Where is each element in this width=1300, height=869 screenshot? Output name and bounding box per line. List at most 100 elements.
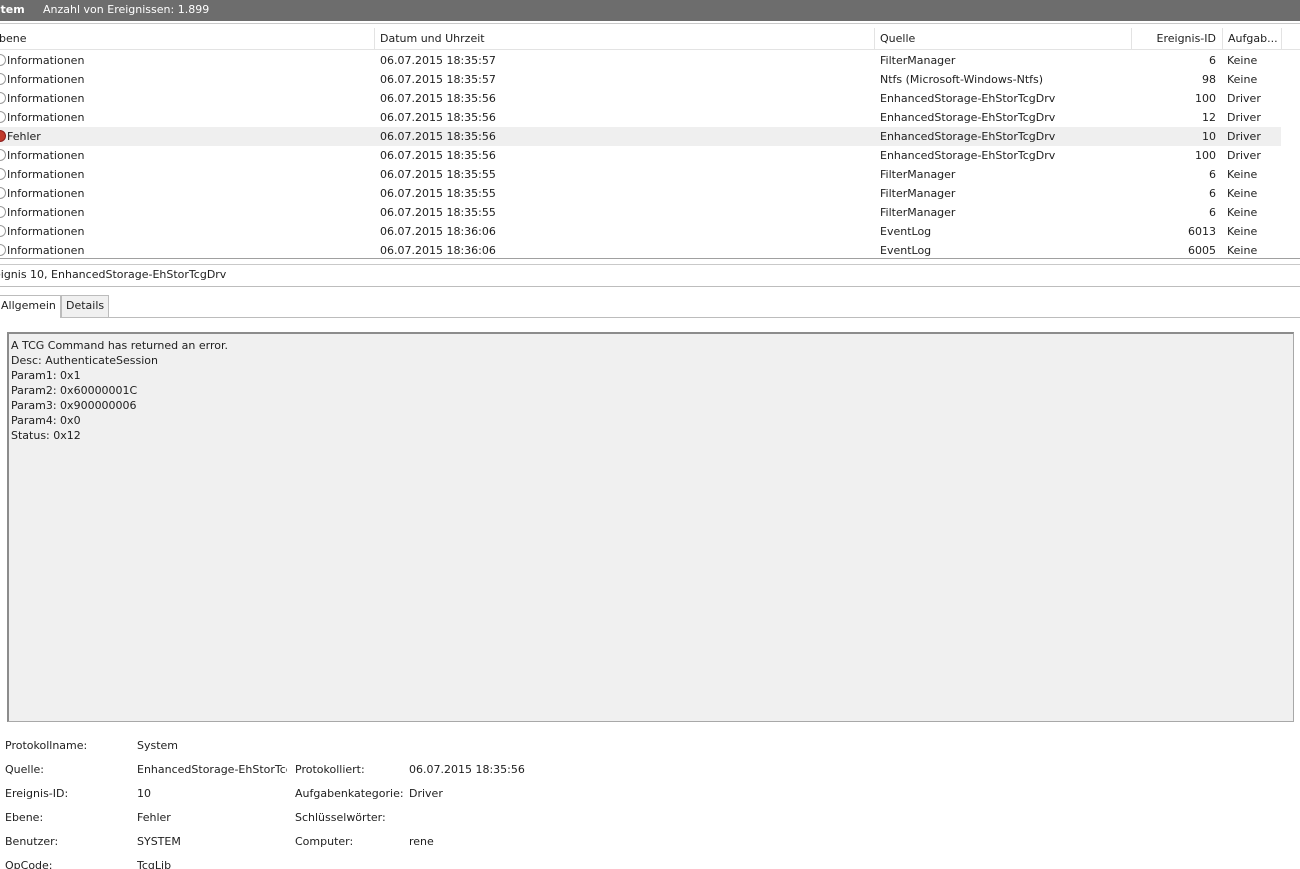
cell-event-id: 10 (1202, 130, 1216, 143)
message-line: Param2: 0x60000001C (11, 384, 138, 397)
cell-level: Fehler (7, 130, 41, 143)
info-icon (0, 244, 6, 256)
cell-level: Informationen (7, 225, 85, 238)
message-line: A TCG Command has returned an error. (11, 339, 228, 352)
pane-splitter[interactable] (0, 258, 1300, 265)
cell-task: Keine (1227, 187, 1258, 200)
cell-event-id: 6013 (1188, 225, 1216, 238)
cell-task: Keine (1227, 206, 1258, 219)
prop-task-category-value: Driver (409, 787, 443, 800)
cell-source: EventLog (880, 225, 932, 238)
column-header-event-id[interactable]: Ereignis-ID (1131, 28, 1222, 50)
cell-level: Informationen (7, 149, 85, 162)
event-count: Anzahl von Ereignissen: 1.899 (43, 3, 210, 16)
cell-event-id: 12 (1202, 111, 1216, 124)
cell-level: Informationen (7, 54, 85, 67)
cell-datetime: 06.07.2015 18:35:57 (380, 73, 496, 86)
prop-computer-value: rene (409, 835, 434, 848)
table-row[interactable]: Informationen 06.07.2015 18:35:56 Enhanced… (0, 89, 1281, 108)
cell-source: FilterManager (880, 206, 956, 219)
prop-source-label: Quelle: (5, 763, 44, 776)
info-icon (0, 187, 6, 199)
cell-source: EnhancedStorage-EhStorTcgDrv (880, 92, 1056, 105)
tab-strip-line (0, 317, 1300, 318)
table-row[interactable]: Informationen 06.07.2015 18:35:57 FilterMa… (0, 51, 1281, 70)
table-row[interactable]: Informationen 06.07.2015 18:36:06 EventLog… (0, 241, 1281, 258)
prop-event-id-value: 10 (137, 787, 151, 800)
detail-title-divider (0, 286, 1300, 287)
cell-task: Driver (1227, 92, 1261, 105)
cell-event-id: 98 (1202, 73, 1216, 86)
event-viewer-window: stem Anzahl von Ereignissen: 1.899 bene … (0, 0, 1300, 869)
cell-level: Informationen (7, 244, 85, 257)
column-header-level[interactable]: bene (0, 28, 374, 50)
prop-logged-value: 06.07.2015 18:35:56 (409, 763, 525, 776)
event-message-box[interactable]: A TCG Command has returned an error. Desc… (7, 332, 1294, 722)
message-line: Desc: AuthenticateSession (11, 354, 158, 367)
log-title-bar: stem Anzahl von Ereignissen: 1.899 (0, 0, 1300, 21)
info-icon (0, 111, 6, 123)
cell-source: EventLog (880, 244, 932, 257)
cell-datetime: 06.07.2015 18:35:56 (380, 111, 496, 124)
column-header-datetime[interactable]: Datum und Uhrzeit (374, 28, 874, 50)
cell-event-id: 100 (1195, 149, 1216, 162)
table-row[interactable]: Informationen 06.07.2015 18:35:55 FilterMa… (0, 203, 1281, 222)
info-icon (0, 92, 6, 104)
prop-user-value: SYSTEM (137, 835, 181, 848)
prop-user-label: Benutzer: (5, 835, 59, 848)
cell-level: Informationen (7, 206, 85, 219)
prop-task-category-label: Aufgabenkategorie: (295, 787, 404, 800)
cell-datetime: 06.07.2015 18:35:57 (380, 54, 496, 67)
info-icon (0, 54, 6, 66)
events-grid-header: bene Datum und Uhrzeit Quelle Ereignis-I… (0, 28, 1300, 50)
cell-source: EnhancedStorage-EhStorTcgDrv (880, 149, 1056, 162)
cell-level: Informationen (7, 92, 85, 105)
cell-datetime: 06.07.2015 18:35:56 (380, 130, 496, 143)
cell-task: Keine (1227, 54, 1258, 67)
table-row[interactable]: Informationen 06.07.2015 18:35:55 FilterMa… (0, 165, 1281, 184)
prop-event-id-label: Ereignis-ID: (5, 787, 69, 800)
cell-task: Keine (1227, 225, 1258, 238)
cell-datetime: 06.07.2015 18:35:56 (380, 149, 496, 162)
cell-datetime: 06.07.2015 18:35:55 (380, 187, 496, 200)
prop-level-label: Ebene: (5, 811, 44, 824)
cell-source: FilterManager (880, 168, 956, 181)
prop-keywords-label: Schlüsselwörter: (295, 811, 386, 824)
cell-task: Keine (1227, 73, 1258, 86)
cell-task: Driver (1227, 111, 1261, 124)
table-row[interactable]: Informationen 06.07.2015 18:35:56 Enhanced… (0, 108, 1281, 127)
prop-level-value: Fehler (137, 811, 171, 824)
table-row[interactable]: Informationen 06.07.2015 18:36:06 EventLog… (0, 222, 1281, 241)
cell-source: FilterManager (880, 187, 956, 200)
column-header-task[interactable]: Aufgab... (1222, 28, 1281, 50)
cell-source: Ntfs (Microsoft-Windows-Ntfs) (880, 73, 1044, 86)
prop-opcode-value: TcgLib (137, 859, 172, 869)
cell-source: EnhancedStorage-EhStorTcgDrv (880, 111, 1056, 124)
table-row[interactable]: Informationen 06.07.2015 18:35:57 Ntfs (Mi… (0, 70, 1281, 89)
message-line: Param4: 0x0 (11, 414, 81, 427)
cell-datetime: 06.07.2015 18:35:56 (380, 92, 496, 105)
tab-details[interactable]: Details (61, 295, 110, 317)
cell-task: Keine (1227, 244, 1258, 257)
table-row[interactable]: Informationen 06.07.2015 18:35:56 Enhanced… (0, 146, 1281, 165)
table-row[interactable]: Fehler 06.07.2015 18:35:56 EnhancedStorage… (0, 127, 1281, 146)
info-icon (0, 73, 6, 85)
cell-datetime: 06.07.2015 18:35:55 (380, 206, 496, 219)
cell-level: Informationen (7, 168, 85, 181)
column-header-filler (1281, 28, 1300, 50)
cell-task: Driver (1227, 149, 1261, 162)
info-icon (0, 206, 6, 218)
prop-opcode-label: OpCode: (5, 859, 53, 869)
cell-event-id: 6 (1209, 168, 1216, 181)
prop-keywords-value (409, 809, 609, 827)
prop-log-name-value: System (137, 739, 179, 752)
table-row[interactable]: Informationen 06.07.2015 18:35:55 FilterMa… (0, 184, 1281, 203)
grid-scrollbar-area[interactable] (1281, 51, 1300, 258)
tab-general[interactable]: Allgemein (0, 295, 61, 318)
cell-datetime: 06.07.2015 18:35:55 (380, 168, 496, 181)
message-line: Param3: 0x900000006 (11, 399, 137, 412)
cell-task: Driver (1227, 130, 1261, 143)
cell-source: FilterManager (880, 54, 956, 67)
message-line: Param1: 0x1 (11, 369, 81, 382)
column-header-source[interactable]: Quelle (874, 28, 1131, 50)
